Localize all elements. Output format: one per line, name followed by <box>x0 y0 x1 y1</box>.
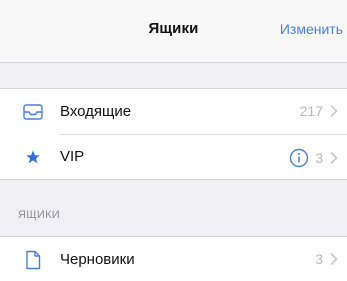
info-circle-icon[interactable] <box>289 148 309 168</box>
folder-accessory: 3 <box>315 251 339 267</box>
folders-group: Черновики 3 <box>0 236 347 281</box>
mailboxes-group: Входящие 217 VIP 3 <box>0 88 347 180</box>
edit-button[interactable]: Изменить <box>280 21 343 37</box>
mailbox-label: VIP <box>60 148 85 165</box>
folder-label: Черновики <box>60 251 135 268</box>
mailbox-label: Входящие <box>60 103 132 120</box>
inbox-tray-icon <box>23 104 43 120</box>
mailbox-accessory: 3 <box>289 148 339 168</box>
document-icon <box>26 250 41 270</box>
unread-count: 3 <box>315 150 323 166</box>
navigation-bar: Ящики Изменить <box>0 0 347 63</box>
item-count: 3 <box>315 251 323 267</box>
section-header: ЯЩИКИ <box>18 209 60 221</box>
chevron-right-icon <box>330 151 338 165</box>
folder-row-drafts[interactable]: Черновики 3 <box>0 237 347 281</box>
mailbox-accessory: 217 <box>300 103 339 119</box>
star-icon <box>26 150 40 164</box>
mailboxes-screen: Ящики Изменить Входящие 217 VIP 3 ЯЩИКИ … <box>0 0 347 281</box>
unread-count: 217 <box>299 103 323 119</box>
mailbox-row-inbox[interactable]: Входящие 217 <box>0 89 347 134</box>
chevron-right-icon <box>330 104 338 118</box>
mailbox-row-vip[interactable]: VIP 3 <box>0 134 347 179</box>
chevron-right-icon <box>330 252 338 266</box>
